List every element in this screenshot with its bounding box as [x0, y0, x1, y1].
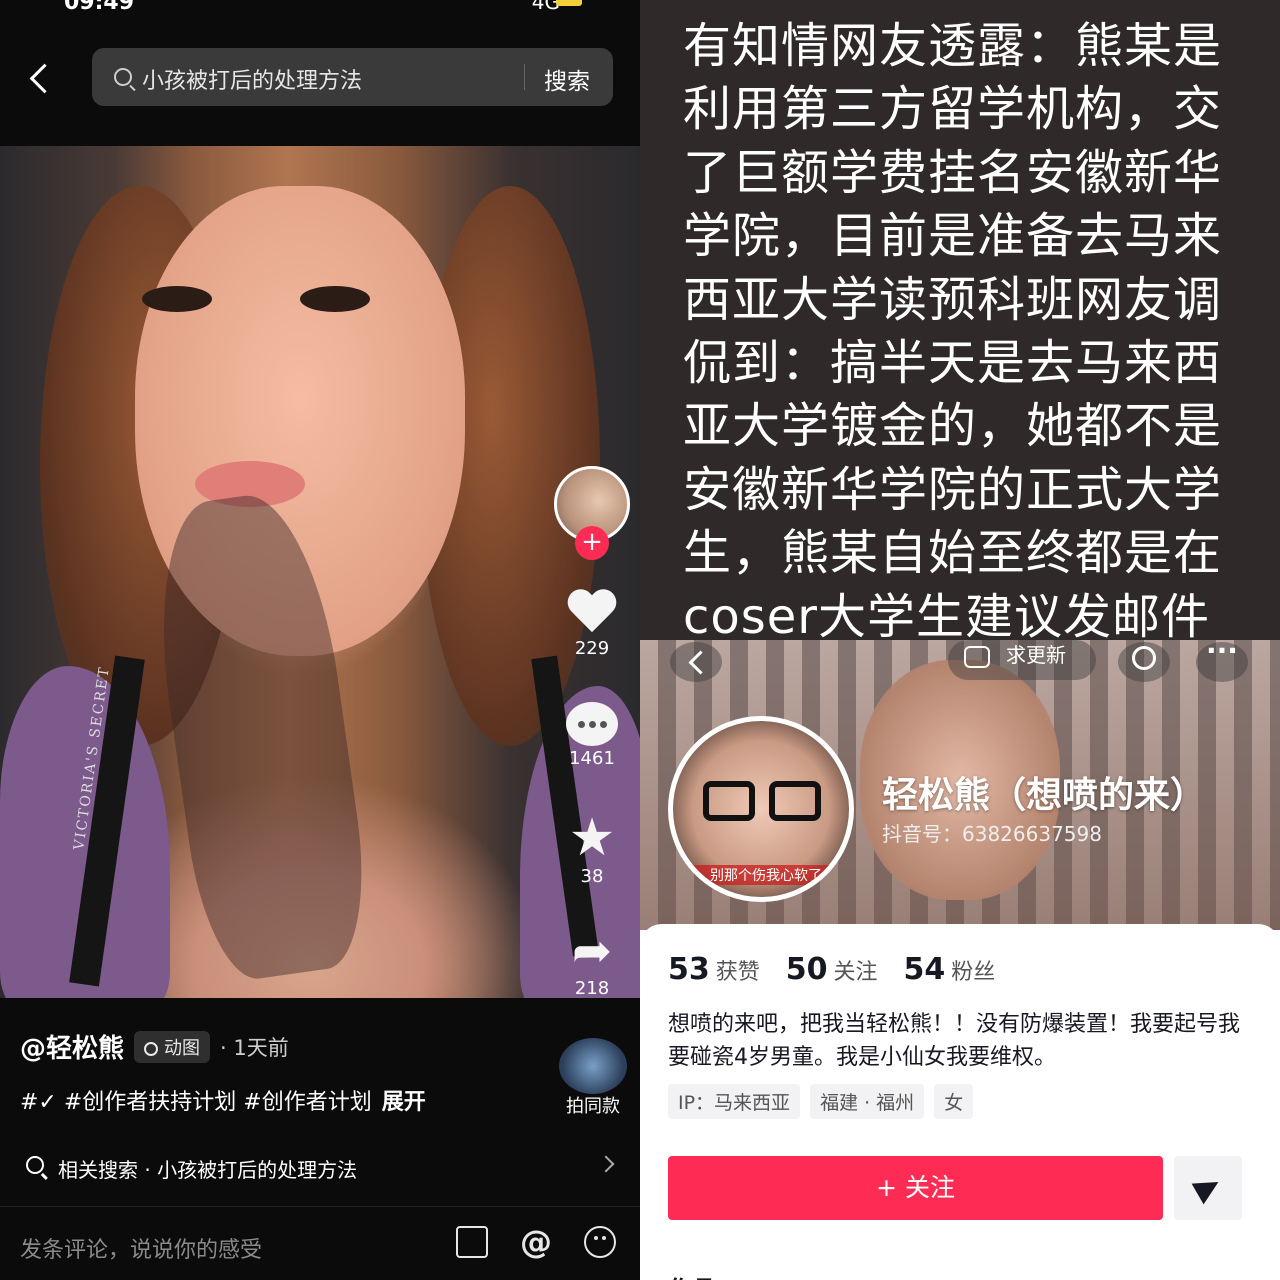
gender-chip: 女 — [934, 1084, 974, 1119]
hashtags[interactable]: #✓ #创作者扶持计划 #创作者计划 — [20, 1090, 372, 1115]
back-icon[interactable] — [670, 642, 722, 682]
search-button[interactable]: 搜索 — [544, 62, 590, 96]
stat-likes-num: 53 — [668, 952, 710, 987]
request-update-button[interactable]: 求更新 — [948, 640, 1096, 680]
search-query: 小孩被打后的处理方法 — [142, 69, 363, 94]
dongtu-badge: 动图 — [134, 1030, 211, 1063]
article-text: 有知情网友透露：熊某是利用第三方留学机构，交了巨额学费挂名安徽新华学院，目前是准… — [683, 18, 1223, 640]
search-divider — [524, 64, 525, 90]
heart-icon — [566, 588, 618, 636]
follow-plus-icon[interactable]: + — [575, 526, 609, 560]
profile-card: 53 获赞 50 关注 54 粉丝 想喷的来吧，把我当轻松熊！！没有防爆装置！我要起号… — [640, 924, 1280, 1280]
profile-bio: 想喷的来吧，把我当轻松熊！！没有防爆装置！我要起号我要碰瓷4岁男童。我是小仙女我… — [668, 1012, 1241, 1070]
search-icon[interactable] — [1118, 642, 1170, 682]
tags-row: #✓ #创作者扶持计划 #创作者计划 展开 — [20, 1084, 426, 1116]
share-icon: ➦ — [571, 923, 613, 979]
video-player: 09:49 4G 小孩被打后的处理方法 搜索 VICTORIA'S SECRET… — [0, 0, 640, 1280]
like-button[interactable]: 229 — [552, 588, 632, 659]
glasses-graphic — [703, 781, 823, 821]
search-input[interactable]: 小孩被打后的处理方法 搜索 — [92, 48, 613, 106]
share-count: 218 — [574, 978, 610, 999]
comment-button[interactable]: 1461 — [552, 702, 632, 769]
star-icon: ★ — [568, 808, 616, 868]
comment-count: 1461 — [569, 748, 615, 769]
status-time: 09:49 — [64, 0, 135, 15]
emoji-icon[interactable] — [584, 1226, 616, 1258]
share-button[interactable]: ➦ 218 — [552, 926, 632, 999]
stat-followers[interactable]: 54 粉丝 — [904, 952, 996, 987]
stat-followers-num: 54 — [903, 952, 946, 987]
related-search-text: 相关搜索 · 小孩被打后的处理方法 — [58, 1158, 358, 1182]
chevron-right-icon — [597, 1155, 615, 1173]
same-style-thumb — [559, 1038, 627, 1094]
profile-stats: 53 获赞 50 关注 54 粉丝 — [668, 952, 995, 987]
favorite-count: 38 — [580, 866, 604, 887]
video-eye-right — [300, 286, 370, 312]
stat-likes[interactable]: 53 获赞 — [668, 952, 760, 987]
same-style-label: 拍同款 — [566, 1096, 620, 1117]
profile-nickname: 轻松熊（想喷的来） — [882, 775, 1207, 816]
video-frame[interactable]: VICTORIA'S SECRET — [0, 146, 640, 1006]
send-message-icon[interactable] — [1174, 1156, 1242, 1220]
comment-icon — [566, 702, 618, 746]
back-icon[interactable] — [22, 54, 58, 102]
battery-icon — [556, 0, 582, 6]
works-tab[interactable]: 作品 2 — [668, 1270, 741, 1280]
search-header: 小孩被打后的处理方法 搜索 — [0, 40, 640, 116]
author-name[interactable]: @轻松熊 — [20, 1028, 124, 1065]
stat-following-num: 50 — [785, 952, 828, 987]
stat-following[interactable]: 50 关注 — [786, 952, 878, 987]
ip-chip: IP：马来西亚 — [668, 1084, 801, 1119]
location-chip: 福建 · 福州 — [810, 1084, 925, 1119]
comment-input[interactable]: 发条评论，说说你的感受 — [20, 1232, 262, 1264]
dongtu-label: 动图 — [164, 1037, 201, 1059]
status-bar: 09:49 4G — [0, 0, 640, 15]
video-eye-left — [142, 286, 212, 312]
like-count: 229 — [574, 638, 610, 659]
post-time: · 1天前 — [220, 1035, 289, 1060]
author-row: @轻松熊 动图 · 1天前 — [20, 1028, 289, 1065]
follow-button[interactable]: + 关注 — [668, 1156, 1163, 1220]
search-icon — [26, 1156, 44, 1174]
expand-link[interactable]: 展开 — [382, 1090, 426, 1115]
douyin-id[interactable]: 抖音号：63826637598 — [882, 818, 1102, 847]
more-icon[interactable]: ··· — [1196, 640, 1248, 682]
live-photo-icon — [144, 1041, 159, 1056]
profile-chips: IP：马来西亚 福建 · 福州 女 — [668, 1084, 974, 1119]
divider — [0, 1206, 640, 1207]
search-icon — [114, 68, 132, 86]
profile-page: 求更新 ··· 别那个伤我心软了 轻松熊（想喷的来） 抖音号：638266375… — [640, 640, 1280, 1280]
at-icon[interactable]: @ — [520, 1226, 552, 1258]
profile-avatar[interactable]: 别那个伤我心软了 — [668, 716, 854, 902]
stat-likes-label: 获赞 — [715, 960, 760, 985]
favorite-button[interactable]: ★ 38 — [552, 812, 632, 887]
article-panel: 有知情网友透露：熊某是利用第三方留学机构，交了巨额学费挂名安徽新华学院，目前是准… — [640, 0, 1280, 640]
video-info: @轻松熊 动图 · 1天前 #✓ #创作者扶持计划 #创作者计划 展开 拍同款 相… — [0, 998, 640, 1280]
request-update-label: 求更新 — [1006, 643, 1066, 667]
update-icon — [964, 646, 990, 668]
image-icon[interactable] — [456, 1226, 488, 1258]
related-search[interactable]: 相关搜索 · 小孩被打后的处理方法 — [0, 1138, 640, 1194]
same-style-button[interactable]: 拍同款 — [556, 1038, 630, 1118]
stat-followers-label: 粉丝 — [951, 960, 996, 985]
avatar-caption: 别那个伤我心软了 — [673, 865, 849, 885]
stat-following-label: 关注 — [833, 960, 878, 985]
